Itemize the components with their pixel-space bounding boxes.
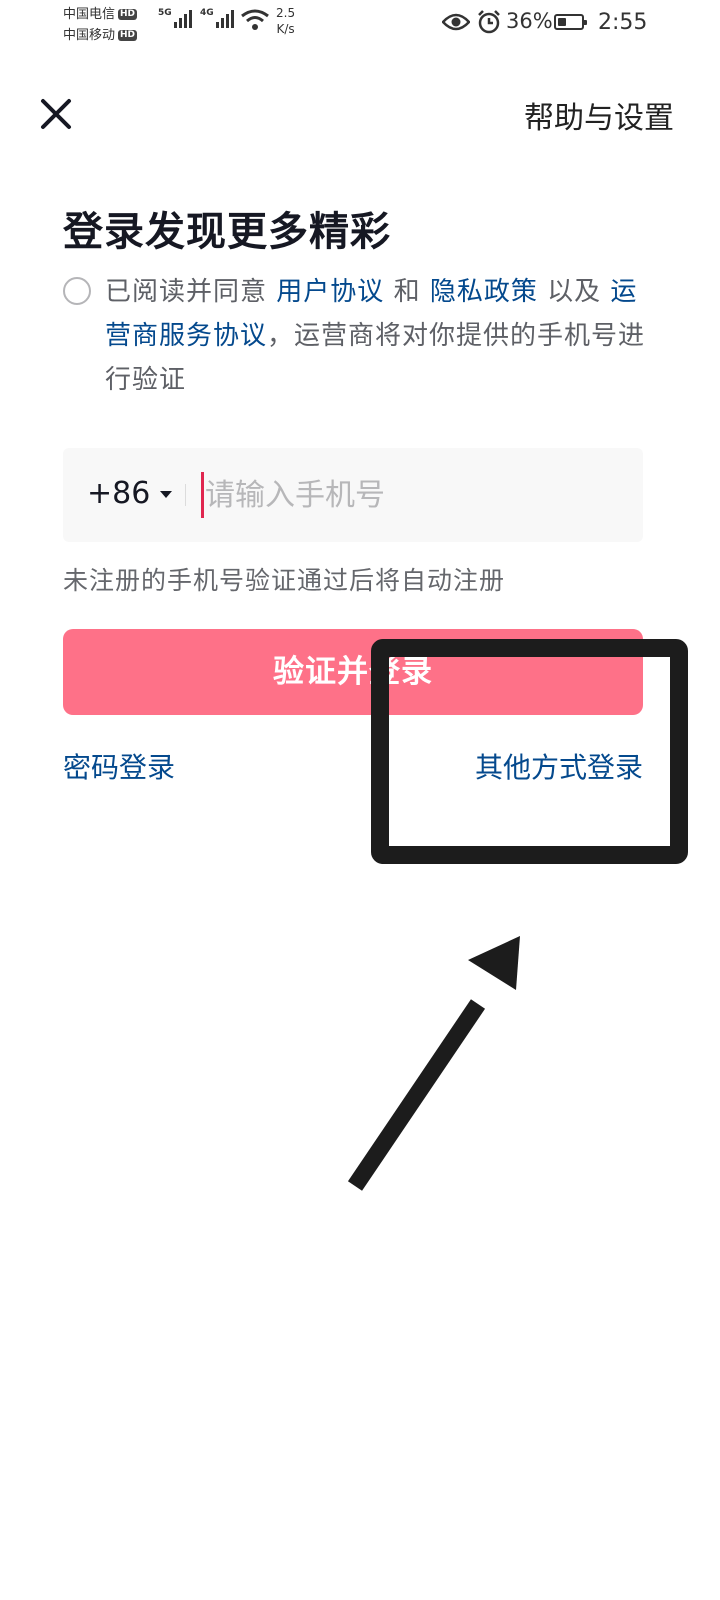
carrier-2: 中国移动 HD — [63, 25, 138, 46]
battery-icon — [554, 14, 587, 30]
agreement-also: 以及 — [547, 277, 602, 307]
page-title: 登录发现更多精彩 — [63, 209, 391, 255]
status-bar: 中国电信 HD 中国移动 HD 5G 4G 2.5 K/s 36% 2:55 — [0, 0, 720, 50]
speed-unit: K/s — [276, 22, 295, 36]
battery-percent: 36% — [506, 9, 553, 33]
phone-input-box: +86 — [63, 448, 643, 542]
country-code-selector[interactable]: +86 — [87, 476, 173, 511]
text-cursor — [201, 472, 204, 518]
auto-register-hint: 未注册的手机号验证通过后将自动注册 — [63, 566, 506, 595]
agreement-text: 已阅读并同意 用户协议 和 隐私政策 以及 运营商服务协议，运营商将对你提供的手… — [105, 270, 650, 402]
clock: 2:55 — [598, 10, 648, 35]
speed-value: 2.5 — [276, 6, 296, 20]
help-settings-link[interactable]: 帮助与设置 — [524, 93, 674, 137]
alarm-icon — [478, 10, 500, 34]
other-login-link[interactable]: 其他方式登录 — [475, 746, 643, 786]
carrier-1-label: 中国电信 — [63, 7, 116, 22]
hd-badge: HD — [118, 9, 138, 20]
network-speed: 2.5 K/s — [276, 5, 295, 37]
close-icon[interactable] — [36, 94, 76, 134]
signal-4g-icon: 4G — [200, 8, 234, 28]
carrier-2-label: 中国移动 — [63, 28, 116, 43]
signal-5g-icon: 5G — [158, 8, 192, 28]
caret-down-icon — [160, 491, 173, 498]
wifi-icon — [241, 9, 269, 30]
net-4g-label: 4G — [200, 8, 214, 18]
carrier-1: 中国电信 HD — [63, 4, 138, 25]
eye-icon — [442, 13, 470, 31]
arrow-shaft — [347, 999, 486, 1191]
country-code: +86 — [87, 476, 151, 511]
verify-login-button[interactable]: 验证并登录 — [63, 629, 643, 715]
agreement-and: 和 — [393, 277, 421, 307]
user-agreement-link[interactable]: 用户协议 — [276, 277, 384, 307]
privacy-policy-link[interactable]: 隐私政策 — [430, 277, 538, 307]
net-5g-label: 5G — [158, 8, 172, 18]
agreement-prefix: 已阅读并同意 — [105, 277, 268, 307]
password-login-link[interactable]: 密码登录 — [63, 746, 175, 786]
input-divider — [185, 484, 186, 506]
carrier-info: 中国电信 HD 中国移动 HD — [63, 4, 138, 46]
hd-badge: HD — [118, 30, 138, 41]
arrow-head-icon — [468, 936, 520, 990]
battery-fill — [558, 18, 566, 26]
agreement-checkbox[interactable] — [63, 277, 91, 305]
phone-number-input[interactable] — [205, 470, 625, 520]
